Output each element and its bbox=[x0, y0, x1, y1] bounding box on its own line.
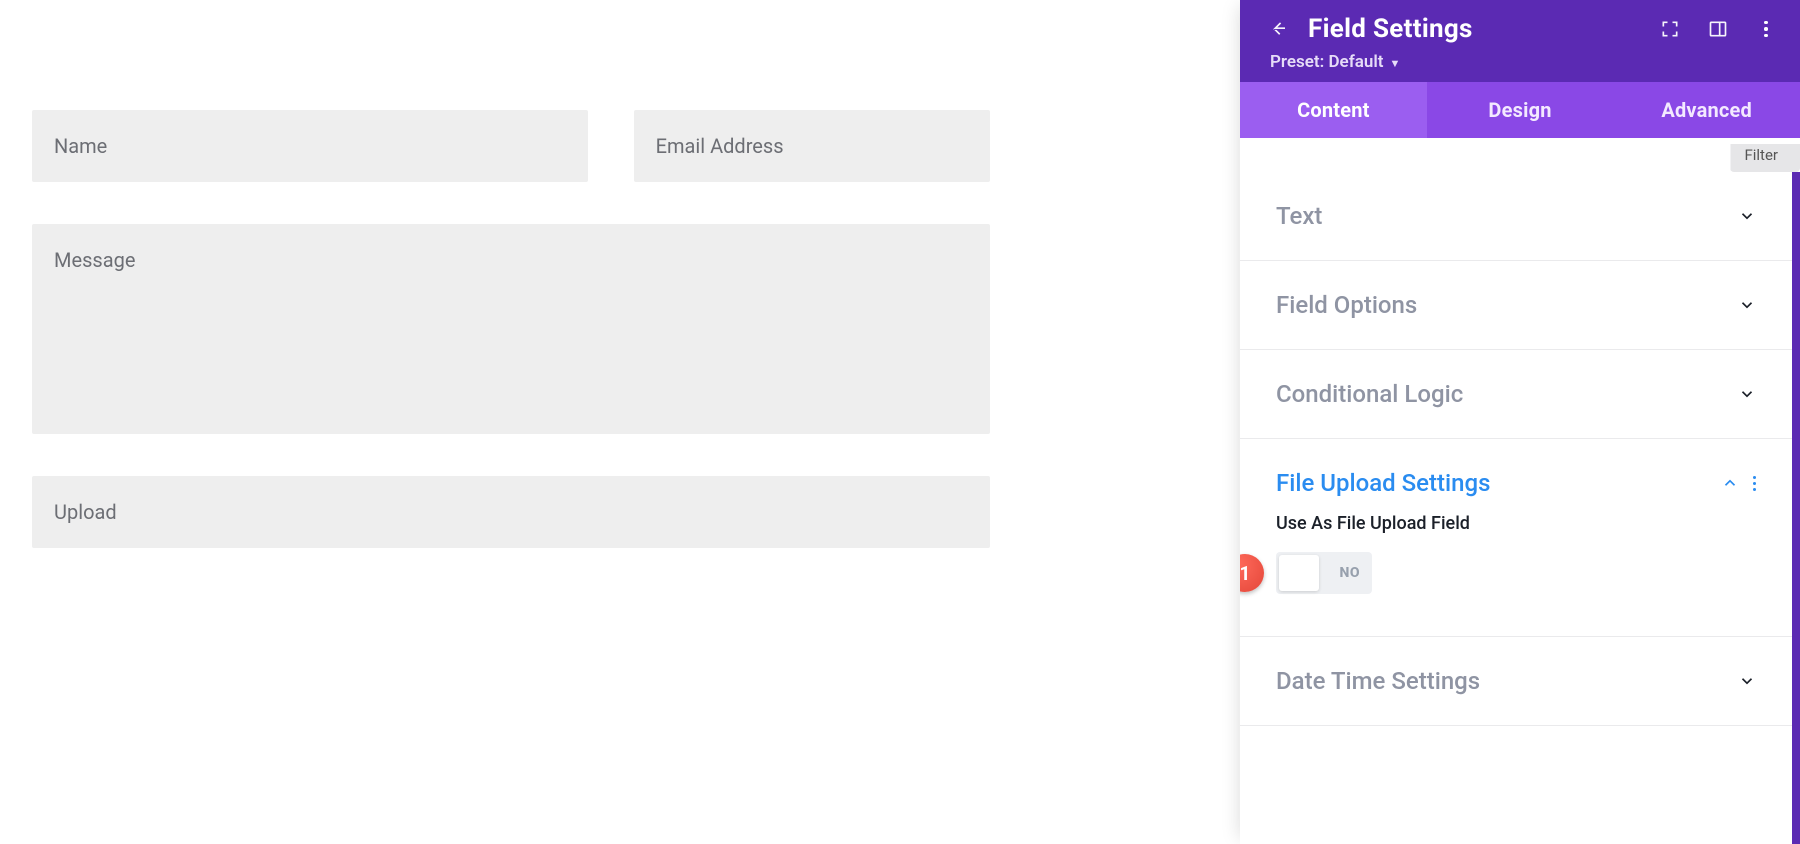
preset-label: Preset: Default bbox=[1270, 52, 1383, 72]
more-icon[interactable] bbox=[1756, 19, 1776, 39]
chevron-down-icon bbox=[1738, 672, 1756, 690]
upload-field[interactable]: Upload bbox=[32, 476, 990, 548]
chevron-down-icon bbox=[1738, 296, 1756, 314]
expand-icon[interactable] bbox=[1660, 19, 1680, 39]
section-label: Field Options bbox=[1276, 291, 1417, 319]
section-conditional-logic[interactable]: Conditional Logic bbox=[1240, 350, 1792, 439]
section-file-upload-body: Use As File Upload Field 1 NO bbox=[1240, 513, 1792, 636]
toggle-knob bbox=[1279, 555, 1319, 591]
chevron-down-icon bbox=[1738, 385, 1756, 403]
tab-advanced[interactable]: Advanced bbox=[1613, 82, 1800, 138]
tab-design[interactable]: Design bbox=[1427, 82, 1614, 138]
email-field[interactable]: Email Address bbox=[634, 110, 990, 182]
section-date-time[interactable]: Date Time Settings bbox=[1240, 636, 1792, 726]
panel-tabs: Content Design Advanced bbox=[1240, 82, 1800, 138]
filter-button[interactable]: Filter bbox=[1730, 138, 1800, 172]
option-use-as-file-upload: Use As File Upload Field bbox=[1276, 513, 1756, 534]
section-label: File Upload Settings bbox=[1276, 469, 1490, 497]
callout-badge: 1 bbox=[1240, 554, 1264, 592]
chevron-down-icon bbox=[1738, 207, 1756, 225]
section-field-options[interactable]: Field Options bbox=[1240, 261, 1792, 350]
section-label: Date Time Settings bbox=[1276, 667, 1480, 695]
dock-icon[interactable] bbox=[1708, 19, 1728, 39]
settings-panel: Field Settings Preset: Default ▼ Content bbox=[1240, 0, 1800, 844]
section-more-icon[interactable] bbox=[1753, 476, 1756, 491]
message-field[interactable]: Message bbox=[32, 224, 990, 434]
back-icon[interactable] bbox=[1270, 19, 1290, 39]
section-file-upload[interactable]: File Upload Settings bbox=[1240, 439, 1792, 513]
name-field[interactable]: Name bbox=[32, 110, 588, 182]
file-upload-toggle[interactable]: NO bbox=[1276, 552, 1372, 594]
section-label: Text bbox=[1276, 202, 1322, 230]
preset-selector[interactable]: Preset: Default ▼ bbox=[1270, 52, 1776, 72]
panel-title: Field Settings bbox=[1308, 14, 1473, 44]
caret-down-icon: ▼ bbox=[1389, 57, 1400, 70]
toggle-state: NO bbox=[1339, 565, 1360, 581]
accordion[interactable]: Text Field Options Conditional Logic Fil… bbox=[1240, 172, 1800, 844]
tab-content[interactable]: Content bbox=[1240, 82, 1427, 138]
section-label: Conditional Logic bbox=[1276, 380, 1463, 408]
panel-header: Field Settings Preset: Default ▼ bbox=[1240, 0, 1800, 82]
section-text[interactable]: Text bbox=[1240, 172, 1792, 261]
chevron-up-icon bbox=[1721, 474, 1739, 492]
